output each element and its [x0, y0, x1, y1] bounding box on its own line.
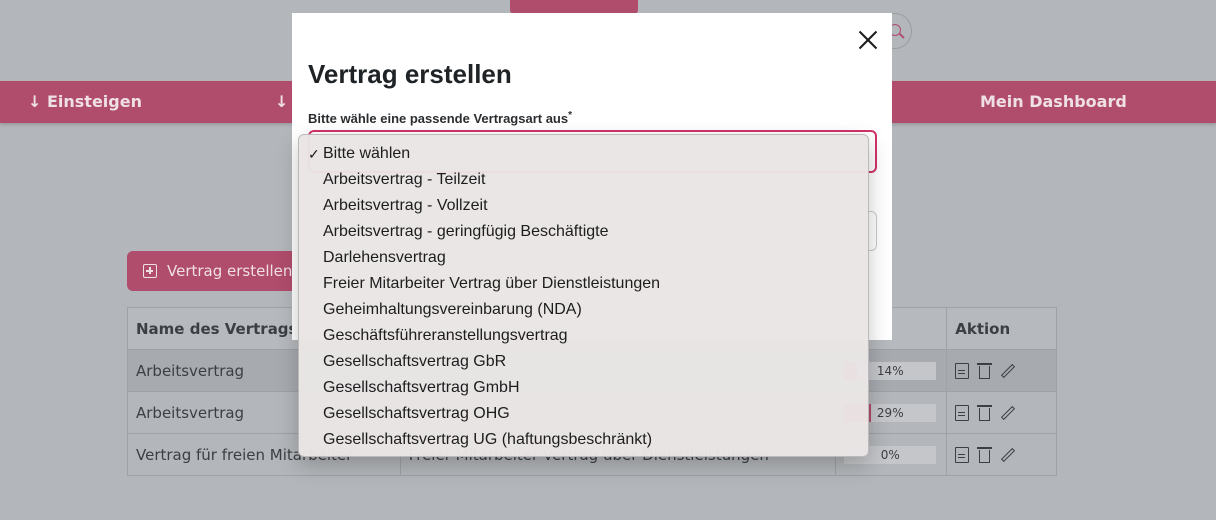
trash-icon[interactable] [977, 405, 993, 421]
checkmark-icon: ✓ [308, 146, 320, 162]
dropdown-option[interactable]: Gesellschaftsvertrag UG (haftungsbeschrä… [299, 427, 868, 453]
option-label: Gesellschaftsvertrag OHG [323, 405, 510, 422]
nav-item-einsteigen[interactable]: ↓ Einsteigen [28, 81, 142, 123]
option-label: Gesellschaftsvertrag UG (haftungsbeschrä… [323, 431, 653, 448]
dropdown-option[interactable]: Darlehensvertrag [299, 245, 868, 271]
dropdown-option[interactable]: Gesellschaftsvertrag GbR [299, 349, 868, 375]
contract-type-label: Bitte wähle eine passende Vertragsart au… [308, 110, 573, 126]
nav-item-dropdown-arrow[interactable]: ↓ [275, 81, 288, 123]
option-label: Gesellschaftsvertrag GmbH [323, 379, 520, 396]
required-mark: * [568, 110, 573, 121]
top-header-button [510, 0, 638, 14]
option-label: Arbeitsvertrag - Vollzeit [323, 197, 488, 214]
dropdown-option[interactable]: Gesellschaftsvertrag GmbH [299, 375, 868, 401]
dropdown-option[interactable]: Arbeitsvertrag - geringfügig Beschäftigt… [299, 219, 868, 245]
plus-icon [143, 264, 157, 278]
dropdown-option[interactable]: ✓ Bitte wählen [299, 141, 868, 167]
create-contract-label: Vertrag erstellen [167, 262, 293, 280]
option-label: Arbeitsvertrag - Teilzeit [323, 171, 486, 188]
action-cell [946, 391, 1057, 434]
close-icon[interactable] [858, 30, 878, 50]
header-action: Aktion [946, 307, 1057, 350]
create-contract-button[interactable]: Vertrag erstellen [127, 251, 307, 291]
dropdown-option[interactable]: Geschäftsführeranstellungsvertrag [299, 323, 868, 349]
dropdown-option[interactable]: Gesellschaftsvertrag OHG [299, 401, 868, 427]
action-cell [946, 349, 1057, 392]
option-label: Bitte wählen [323, 145, 411, 162]
option-label: Freier Mitarbeiter Vertrag über Dienstle… [323, 275, 661, 292]
pencil-icon[interactable] [1001, 363, 1016, 378]
progress-label: 29% [876, 405, 904, 420]
progress-label: 0% [880, 447, 900, 462]
trash-icon[interactable] [977, 363, 993, 379]
dropdown-option[interactable]: Freier Mitarbeiter Vertrag über Dienstle… [299, 271, 868, 297]
dropdown-option[interactable]: Arbeitsvertrag - Teilzeit [299, 167, 868, 193]
trash-icon[interactable] [977, 447, 993, 463]
modal-title: Vertrag erstellen [308, 59, 512, 89]
option-label: Darlehensvertrag [323, 249, 446, 266]
option-label: Arbeitsvertrag - geringfügig Beschäftigt… [323, 223, 609, 240]
option-label: Gesellschaftsvertrag GbR [323, 353, 507, 370]
nav-item-dashboard[interactable]: Mein Dashboard [980, 81, 1127, 123]
option-label: Geheimhaltungsvereinbarung (NDA) [323, 301, 582, 318]
action-cell [946, 433, 1057, 476]
option-label: Geschäftsführeranstellungsvertrag [323, 327, 568, 344]
contract-type-dropdown: ✓ Bitte wählen Arbeitsvertrag - Teilzeit … [298, 134, 869, 457]
pdf-icon[interactable] [955, 446, 970, 463]
contract-type-label-text: Bitte wähle eine passende Vertragsart au… [308, 111, 569, 126]
dropdown-option[interactable]: Geheimhaltungsvereinbarung (NDA) [299, 297, 868, 323]
pencil-icon[interactable] [1001, 447, 1016, 462]
dropdown-option[interactable]: Arbeitsvertrag - Vollzeit [299, 193, 868, 219]
pencil-icon[interactable] [1001, 405, 1016, 420]
pdf-icon[interactable] [955, 404, 970, 421]
pdf-icon[interactable] [955, 362, 970, 379]
progress-label: 14% [876, 363, 904, 378]
